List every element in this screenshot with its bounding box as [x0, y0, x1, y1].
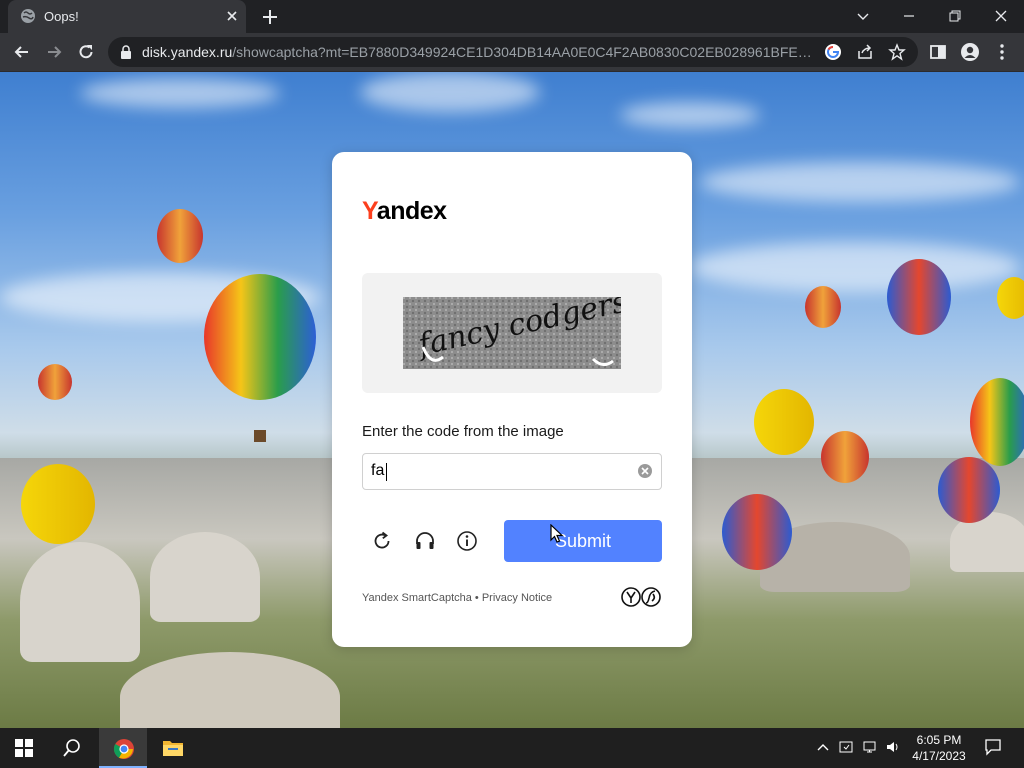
- reload-icon[interactable]: [76, 42, 96, 62]
- captcha-image: fancy codgers: [403, 297, 621, 369]
- bookmark-star-icon[interactable]: [888, 43, 906, 61]
- close-window-button[interactable]: [978, 4, 1024, 28]
- search-button[interactable]: [48, 728, 96, 768]
- folder-icon: [163, 741, 183, 756]
- tab-close-icon[interactable]: [224, 8, 240, 24]
- url-path: /showcaptcha?mt=EB7880D349924CE1D304DB14…: [232, 44, 818, 60]
- new-tab-icon[interactable]: [260, 7, 280, 27]
- tab-active[interactable]: Oops!: [8, 0, 246, 33]
- google-lens-icon[interactable]: [824, 43, 842, 61]
- footer-separator: •: [471, 592, 482, 604]
- address-bar[interactable]: disk.yandex.ru/showcaptcha?mt=EB7880D349…: [108, 37, 918, 67]
- network-icon[interactable]: [862, 739, 878, 755]
- minimize-button[interactable]: [886, 4, 932, 28]
- url-text[interactable]: disk.yandex.ru/showcaptcha?mt=EB7880D349…: [142, 44, 818, 60]
- restore-icon: [949, 10, 961, 22]
- clock-date: 4/17/2023: [912, 749, 966, 763]
- submit-button[interactable]: Submit: [504, 520, 662, 562]
- captcha-input-wrapper[interactable]: [362, 453, 662, 490]
- url-host: disk.yandex.ru: [142, 44, 233, 60]
- smartcaptcha-logo-icon: [621, 587, 661, 607]
- back-icon[interactable]: [12, 42, 32, 62]
- taskbar-file-explorer[interactable]: [148, 728, 196, 768]
- start-button[interactable]: [0, 728, 48, 768]
- chevron-down-icon: [857, 13, 869, 20]
- clear-input-icon[interactable]: [637, 463, 653, 479]
- windows-logo-icon: [15, 739, 33, 757]
- mouse-cursor-icon: [550, 524, 564, 543]
- lock-icon[interactable]: [120, 45, 132, 59]
- privacy-notice-link[interactable]: Privacy Notice: [482, 592, 552, 604]
- side-panel-icon[interactable]: [928, 42, 948, 62]
- clock-time: 6:05 PM: [916, 733, 962, 747]
- captcha-instruction: Enter the code from the image: [362, 423, 564, 440]
- profile-icon[interactable]: [960, 42, 980, 62]
- share-icon[interactable]: [856, 43, 874, 61]
- yandex-logo: Yandex: [362, 197, 447, 226]
- menu-kebab-icon[interactable]: [992, 42, 1012, 62]
- tab-strip: Oops!: [0, 0, 1024, 33]
- smartcaptcha-link[interactable]: Yandex SmartCaptcha: [362, 592, 472, 604]
- info-icon[interactable]: [456, 530, 478, 552]
- logo-letter-y: Y: [362, 197, 377, 225]
- logo-rest: andex: [376, 197, 447, 225]
- chevron-up-icon[interactable]: [815, 739, 831, 755]
- page-background: Yandex fancy codgers Enter the code from…: [0, 72, 1024, 728]
- notification-icon[interactable]: [984, 738, 1002, 756]
- captcha-image-container: fancy codgers: [362, 273, 662, 393]
- volume-icon[interactable]: [885, 739, 901, 755]
- tab-title: Oops!: [44, 9, 79, 24]
- chrome-icon: [113, 739, 134, 759]
- minimize-icon: [904, 15, 914, 17]
- text-caret: [386, 463, 387, 481]
- security-icon[interactable]: [838, 739, 854, 755]
- taskbar-chrome[interactable]: [99, 728, 147, 768]
- captcha-footer: Yandex SmartCaptcha • Privacy Notice: [362, 592, 552, 604]
- captcha-card: Yandex fancy codgers Enter the code from…: [332, 152, 692, 647]
- system-clock[interactable]: 6:05 PM 4/17/2023: [906, 732, 972, 764]
- audio-icon[interactable]: [414, 530, 436, 552]
- tab-search-button[interactable]: [840, 4, 886, 28]
- captcha-code-input[interactable]: [371, 460, 631, 482]
- refresh-icon[interactable]: [371, 530, 393, 552]
- close-icon: [995, 10, 1007, 22]
- browser-toolbar: disk.yandex.ru/showcaptcha?mt=EB7880D349…: [0, 33, 1024, 72]
- windows-taskbar: 6:05 PM 4/17/2023: [0, 728, 1024, 768]
- search-icon: [63, 739, 80, 757]
- restore-button[interactable]: [932, 4, 978, 28]
- globe-icon: [21, 9, 35, 23]
- forward-icon[interactable]: [44, 42, 64, 62]
